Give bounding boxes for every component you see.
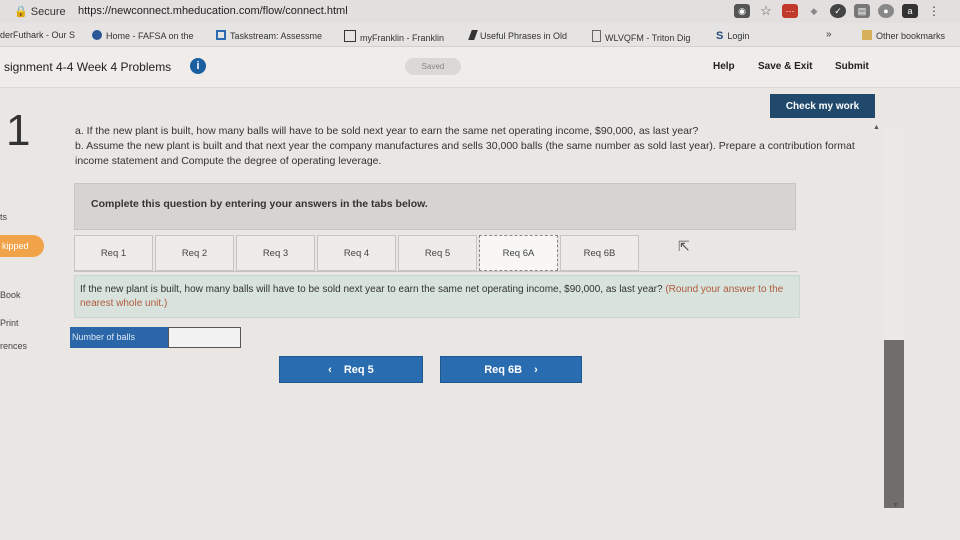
page-icon [592, 30, 601, 42]
bookmark-item[interactable]: myFranklin - Franklin [344, 30, 444, 43]
number-of-balls-input[interactable] [168, 327, 241, 348]
instruction-bar: Complete this question by entering your … [74, 183, 796, 230]
bookmarks-overflow-button[interactable]: » [826, 29, 832, 40]
next-req-label: Req 6B [484, 363, 523, 376]
chevron-left-icon: ‹ [328, 363, 332, 376]
extension-amazon-icon[interactable]: a [902, 4, 918, 18]
other-bookmarks[interactable]: Other bookmarks [862, 30, 945, 41]
taskstream-icon [216, 30, 226, 40]
browser-extension-icons: ◉ ☆ ⋯ ◆ ✓ ▤ ● a ⋮ [734, 3, 942, 18]
prev-req-button[interactable]: ‹ Req 5 [279, 356, 423, 383]
instruction-text: Complete this question by entering your … [91, 198, 428, 210]
prompt-text: If the new plant is built, how many ball… [80, 284, 663, 295]
assignment-title: signment 4-4 Week 4 Problems [4, 60, 172, 74]
left-nav-book[interactable]: Book [0, 290, 21, 300]
question-part-b: b. Assume the new plant is built and tha… [75, 140, 855, 167]
bookmarks-bar: derFuthark - Our S Home - FAFSA on the T… [0, 23, 960, 47]
tab-req-5[interactable]: Req 5 [398, 235, 477, 271]
bookmark-item[interactable]: Taskstream: Assessme [216, 30, 322, 41]
browser-menu-icon[interactable]: ⋮ [926, 4, 942, 18]
extension-icon[interactable]: ◉ [734, 4, 750, 18]
tab-req-6a[interactable]: Req 6A [479, 235, 558, 271]
assignment-header: signment 4-4 Week 4 Problems i Saved Hel… [0, 47, 960, 88]
save-exit-link[interactable]: Save & Exit [758, 61, 812, 72]
bookmark-item[interactable]: Home - FAFSA on the [92, 30, 194, 41]
left-nav-print[interactable]: Print [0, 318, 19, 328]
chevron-right-icon: › [534, 363, 538, 376]
login-s-icon: S [716, 30, 724, 42]
tab-divider [74, 271, 797, 272]
fafsa-icon [92, 30, 102, 40]
next-req-button[interactable]: Req 6B › [440, 356, 582, 383]
extension-box-icon[interactable]: ▤ [854, 4, 870, 18]
question-part-a: a. If the new plant is built, how many b… [75, 125, 699, 137]
bookmark-item[interactable]: WLVQFM - Triton Dig [592, 30, 690, 43]
extension-round-icon[interactable]: ● [878, 4, 894, 18]
left-nav-references[interactable]: rences [0, 341, 27, 351]
number-of-balls-label: Number of balls [70, 327, 168, 348]
check-my-work-button[interactable]: Check my work [770, 94, 875, 118]
bookmark-star-icon[interactable]: ☆ [758, 3, 774, 18]
feather-icon [468, 30, 478, 40]
submit-link[interactable]: Submit [835, 61, 869, 72]
req-tabs: Req 1 Req 2 Req 3 Req 4 Req 5 Req 6A Req… [74, 235, 641, 271]
secure-indicator[interactable]: 🔒 Secure [14, 5, 66, 18]
extension-red-icon[interactable]: ⋯ [782, 4, 798, 18]
browser-address-bar: 🔒 Secure https://newconnect.mheducation.… [0, 0, 960, 23]
tab-req-4[interactable]: Req 4 [317, 235, 396, 271]
url-field[interactable]: https://newconnect.mheducation.com/flow/… [78, 5, 348, 17]
bookmark-item[interactable]: S Login [716, 30, 749, 42]
extension-shield-icon[interactable]: ◆ [806, 4, 822, 18]
question-number: 1 [6, 106, 31, 155]
bookmark-item[interactable]: Useful Phrases in Old [468, 30, 567, 41]
folder-icon [862, 30, 872, 40]
help-link[interactable]: Help [713, 61, 735, 72]
question-text: a. If the new plant is built, how many b… [75, 124, 865, 169]
scroll-down-icon[interactable]: ▼ [892, 502, 899, 509]
extension-circle-icon[interactable]: ✓ [830, 4, 846, 18]
tab-req-3[interactable]: Req 3 [236, 235, 315, 271]
prev-req-label: Req 5 [343, 363, 374, 376]
left-nav-item[interactable]: ts [0, 212, 7, 222]
scrollbar-thumb[interactable] [884, 340, 904, 508]
lock-icon: 🔒 [14, 6, 28, 18]
franklin-icon [344, 30, 356, 42]
skipped-badge[interactable]: kipped [0, 235, 44, 257]
tab-req-2[interactable]: Req 2 [155, 235, 234, 271]
tab-req-1[interactable]: Req 1 [74, 235, 153, 271]
mouse-cursor-icon: ⇱ [678, 238, 690, 254]
bookmark-item[interactable]: derFuthark - Our S [0, 30, 75, 40]
tab-req-6b[interactable]: Req 6B [560, 235, 639, 271]
scroll-up-icon[interactable]: ▲ [873, 124, 880, 131]
saved-status: Saved [405, 58, 461, 75]
info-icon[interactable]: i [190, 58, 206, 74]
answer-prompt: If the new plant is built, how many ball… [74, 275, 800, 318]
